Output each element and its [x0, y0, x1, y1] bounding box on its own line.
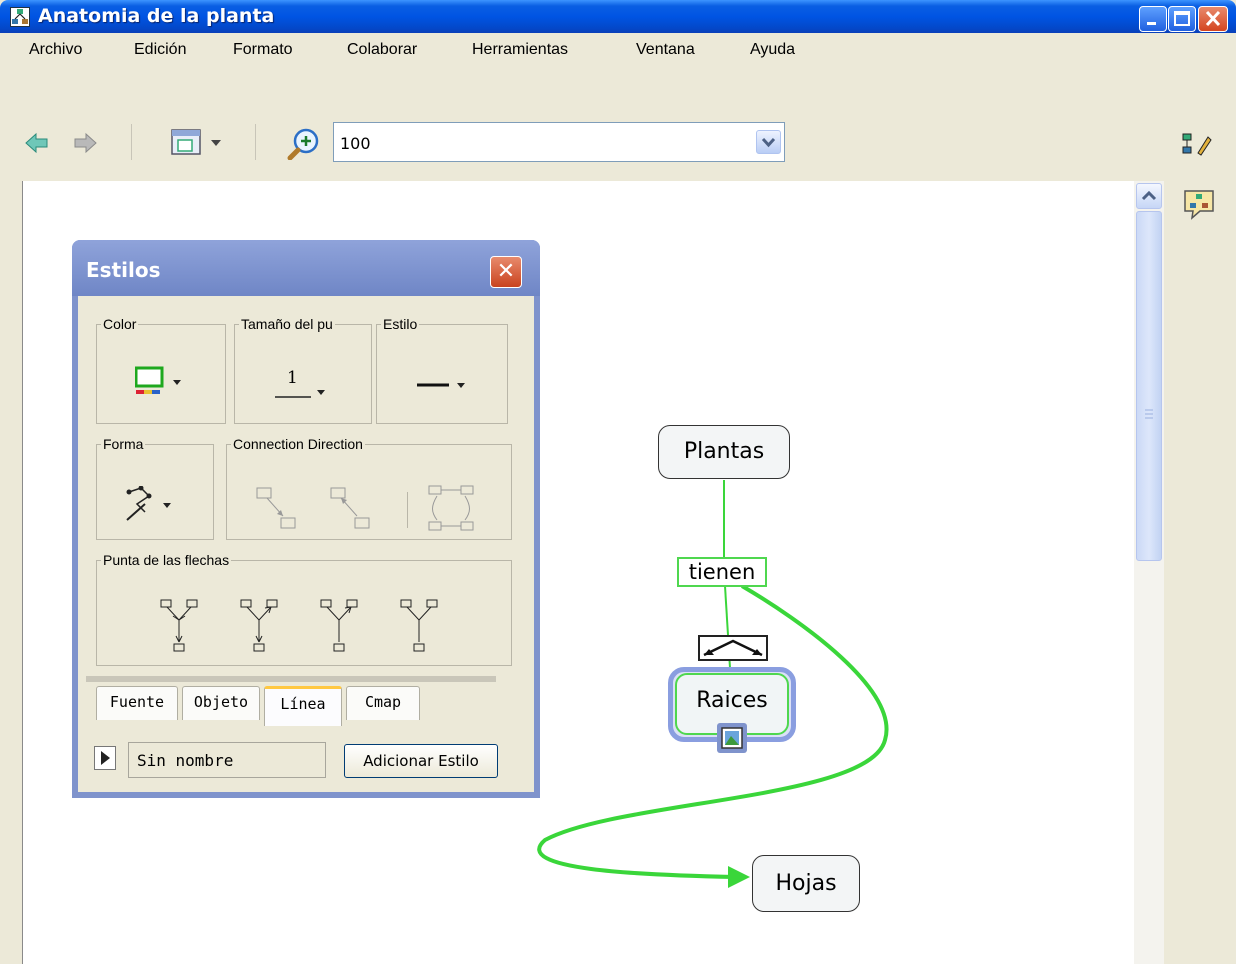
line-size-dropdown-icon[interactable]: [273, 388, 337, 400]
collaboration-icon[interactable]: [1182, 187, 1216, 221]
link-label-tienen[interactable]: tienen: [677, 557, 767, 587]
shape-group-label: Forma: [103, 436, 144, 452]
styles-panel: Estilos ✕ Color Tamaño del pu 1 Estilo F…: [72, 240, 540, 798]
color-picker-icon[interactable]: [135, 366, 191, 398]
styles-divider: [86, 676, 496, 682]
color-group: Color: [96, 316, 226, 424]
scroll-thumb[interactable]: [1136, 211, 1162, 561]
expand-style-button[interactable]: [94, 746, 116, 770]
tab-objeto[interactable]: Objeto: [182, 686, 260, 720]
arrowhead-hojas: [728, 866, 750, 888]
tab-cmap[interactable]: Cmap: [346, 686, 420, 720]
shape-group: Forma: [96, 436, 214, 540]
direction-reverse-icon[interactable]: [325, 482, 373, 532]
scroll-up-button[interactable]: [1136, 183, 1162, 209]
concept-hojas[interactable]: Hojas: [752, 855, 860, 912]
cmap-properties-icon[interactable]: [1180, 131, 1216, 157]
size-group-label: Tamaño del pu: [241, 316, 333, 332]
image-resource-icon[interactable]: [717, 723, 747, 753]
right-sidebar: [1164, 133, 1236, 964]
arrowheads-group: Punta de las flechas: [96, 552, 512, 666]
concept-raices-label: Raices: [696, 688, 768, 713]
tab-linea[interactable]: Línea: [264, 686, 342, 726]
vertical-scrollbar[interactable]: [1134, 181, 1164, 964]
direction-separator: [407, 492, 408, 528]
style-name-field[interactable]: Sin nombre: [128, 742, 326, 778]
arrowhead-option-2-icon[interactable]: [235, 598, 283, 656]
link-direction-handle[interactable]: [698, 635, 768, 661]
styles-panel-title: Estilos: [86, 258, 161, 282]
scroll-up-icon: [1141, 190, 1157, 201]
line-style-group: Estilo: [376, 316, 508, 424]
connection-direction-label: Connection Direction: [233, 436, 363, 452]
styles-panel-titlebar[interactable]: Estilos ✕: [72, 240, 540, 296]
styles-panel-close-button[interactable]: ✕: [490, 256, 522, 288]
connection-direction-group: Connection Direction: [226, 436, 512, 540]
arrowhead-option-4-icon[interactable]: [395, 598, 443, 656]
arrowhead-option-3-icon[interactable]: [315, 598, 363, 656]
size-group: Tamaño del pu 1: [234, 316, 372, 424]
arrowheads-group-label: Punta de las flechas: [103, 552, 230, 568]
arrowhead-option-1-icon[interactable]: [155, 598, 203, 656]
direction-forward-icon[interactable]: [251, 482, 299, 532]
line-style-group-label: Estilo: [383, 316, 418, 332]
tab-fuente[interactable]: Fuente: [96, 686, 178, 720]
style-name-value: Sin nombre: [137, 751, 234, 770]
add-style-button[interactable]: Adicionar Estilo: [344, 744, 498, 778]
direction-bidirectional-icon[interactable]: [423, 482, 479, 536]
color-group-label: Color: [103, 316, 137, 332]
scroll-grip-icon: [1145, 409, 1153, 419]
link-direction-icon: [703, 639, 763, 657]
line-shape-icon[interactable]: [123, 486, 187, 526]
styles-panel-body: Color Tamaño del pu 1 Estilo Forma Conne…: [78, 296, 534, 792]
play-arrow-icon: [101, 751, 110, 765]
line-size-value[interactable]: 1: [287, 368, 298, 388]
line-style-dropdown-icon[interactable]: [415, 376, 479, 392]
concept-plantas[interactable]: Plantas: [658, 425, 790, 479]
